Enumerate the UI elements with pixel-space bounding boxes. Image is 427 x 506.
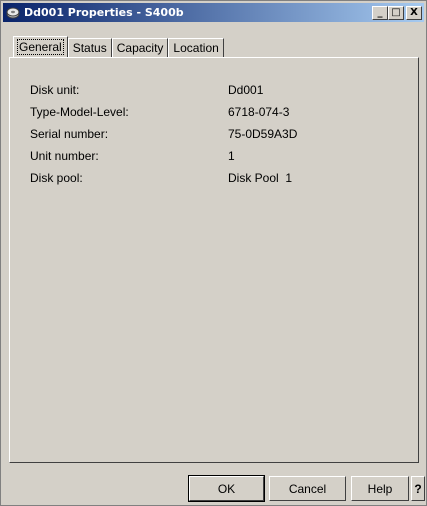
unit-number-value: 1 — [228, 149, 235, 163]
general-panel: Disk unit: Dd001 Type-Model-Level: 6718-… — [9, 57, 419, 463]
whats-this-button[interactable]: ? — [411, 476, 425, 501]
window-title: Dd001 Properties - S400b — [24, 6, 184, 19]
serial-number-label: Serial number: — [30, 127, 109, 141]
tab-general[interactable]: General — [13, 36, 68, 57]
tab-location-label: Location — [173, 41, 219, 55]
title-bar[interactable]: Dd001 Properties - S400b _ □ X — [3, 3, 424, 22]
property-row-type-model-level: Type-Model-Level: 6718-074-3 — [30, 105, 410, 121]
dialog-buttons: OK Cancel Help ? — [1, 475, 426, 502]
tab-status-label: Status — [72, 41, 107, 55]
minimize-button[interactable]: _ — [372, 5, 388, 20]
tab-strip: General Status Capacity Location — [13, 36, 224, 57]
tab-status[interactable]: Status — [67, 38, 112, 57]
tab-location[interactable]: Location — [168, 38, 224, 57]
disk-unit-label: Disk unit: — [30, 83, 80, 97]
disk-pool-value: Disk Pool 1 — [228, 171, 293, 185]
property-row-disk-unit: Disk unit: Dd001 — [30, 83, 410, 99]
help-button[interactable]: Help — [351, 476, 409, 501]
cancel-button[interactable]: Cancel — [269, 476, 346, 501]
property-row-disk-pool: Disk pool: Disk Pool 1 — [30, 171, 410, 187]
property-row-unit-number: Unit number: 1 — [30, 149, 410, 165]
disk-icon[interactable] — [6, 6, 20, 20]
serial-number-value: 75-0D59A3D — [228, 127, 298, 141]
unit-number-label: Unit number: — [30, 149, 99, 163]
close-button[interactable]: X — [406, 5, 422, 20]
disk-pool-label: Disk pool: — [30, 171, 83, 185]
property-row-serial-number: Serial number: 75-0D59A3D — [30, 127, 410, 143]
tab-capacity-label: Capacity — [116, 41, 164, 55]
maximize-button[interactable]: □ — [388, 5, 404, 20]
tab-capacity[interactable]: Capacity — [111, 38, 169, 57]
tab-general-label: General — [17, 39, 64, 55]
disk-unit-value: Dd001 — [228, 83, 264, 97]
type-model-level-label: Type-Model-Level: — [30, 105, 129, 119]
properties-window: Dd001 Properties - S400b _ □ X General S… — [0, 0, 427, 506]
type-model-level-value: 6718-074-3 — [228, 105, 290, 119]
ok-button[interactable]: OK — [188, 475, 265, 502]
